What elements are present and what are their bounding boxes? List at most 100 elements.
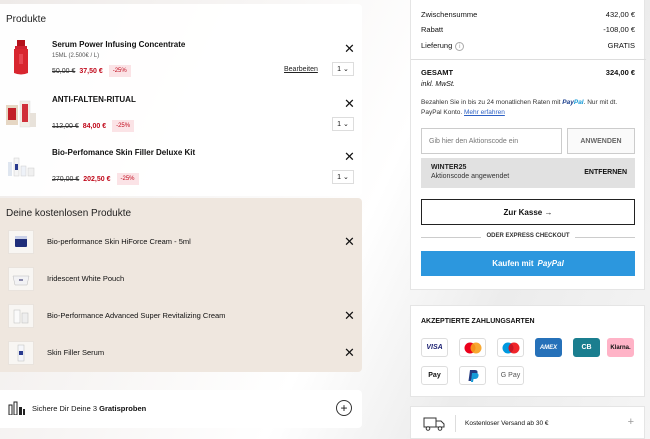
express-checkout-label: ODER EXPRESS CHECKOUT	[421, 233, 635, 239]
cart-item: Bio-Perfomance Skin Filler Deluxe Kit 27…	[0, 148, 362, 200]
free-product-item: Bio-performance Skin HiForce Cream - 5ml…	[0, 228, 362, 258]
cb-icon: CB	[573, 338, 600, 357]
apply-coupon-button[interactable]: ANWENDEN	[567, 128, 635, 154]
visa-icon: VISA	[421, 338, 448, 357]
discount-label: Rabatt	[421, 25, 444, 34]
discount-row: Rabatt -108,00 €	[421, 25, 635, 34]
free-product-name: Bio-performance Skin HiForce Cream - 5ml	[47, 237, 191, 246]
discount-value: -108,00 €	[603, 25, 635, 34]
maestro-icon	[497, 338, 524, 357]
paypal-button-label: Kaufen mit	[492, 259, 534, 268]
subtotal-row: Zwischensumme 432,00 €	[421, 10, 635, 19]
close-icon[interactable]: ✕	[344, 97, 355, 110]
applied-coupon: WINTER25 Aktionscode angewendet ENTFERNE…	[421, 158, 635, 188]
close-icon[interactable]: ✕	[344, 42, 355, 55]
delivery-label: Lieferung	[421, 41, 453, 50]
free-products-title: Deine kostenlosen Produkte	[6, 208, 132, 219]
google-pay-icon: G Pay	[497, 366, 524, 385]
delivery-row: Lieferung i GRATIS	[421, 41, 635, 51]
free-product-item: Bio-Performance Advanced Super Revitaliz…	[0, 302, 362, 332]
new-price: 84,00 €	[82, 122, 107, 130]
free-product-item: Iridescent White Pouch	[0, 265, 362, 295]
shipping-info-card[interactable]: Kostenloser Versand ab 30 € +	[410, 406, 645, 439]
klarna-icon: Klarna.	[607, 338, 634, 357]
product-size: 15ML (2.500€ / L)	[52, 53, 100, 59]
product-name[interactable]: Serum Power Infusing Concentrate	[52, 40, 185, 49]
free-samples-bold: Gratisproben	[99, 404, 147, 413]
free-product-name: Skin Filler Serum	[47, 348, 105, 357]
free-samples-row[interactable]: Sichere Dir Deine 3 Gratisproben +	[0, 390, 362, 428]
payment-methods-title: AKZEPTIERTE ZAHLUNGSARTEN	[421, 318, 535, 325]
paypal-icon	[459, 366, 486, 385]
quantity-value: 1	[337, 173, 342, 181]
apple-pay-icon: Pay	[421, 366, 448, 385]
edit-link[interactable]: Bearbeiten	[284, 66, 318, 73]
old-price: 112,00 €	[52, 122, 79, 130]
payment-methods-card: AKZEPTIERTE ZAHLUNGSARTEN VISA AMEX CB K…	[410, 305, 645, 397]
free-product-name: Bio-Performance Advanced Super Revitaliz…	[47, 311, 226, 320]
old-price: 270,00 €	[52, 175, 80, 183]
new-price: 202,50 €	[83, 175, 111, 183]
divider	[411, 59, 646, 60]
subtotal-value: 432,00 €	[605, 10, 635, 19]
chevron-down-icon: ⌄	[343, 66, 349, 73]
free-product-image	[8, 267, 34, 291]
paypal-installments-note: Bezahlen Sie in bis zu 24 monatlichen Ra…	[421, 98, 635, 118]
product-name[interactable]: ANTI-FALTEN-RITUAL	[52, 95, 136, 104]
discount-badge: -25%	[116, 173, 139, 185]
chevron-down-icon: ⌄	[343, 174, 349, 181]
paypal-logo-part: Pay	[562, 99, 574, 106]
product-image	[6, 95, 36, 129]
remove-coupon-button[interactable]: ENTFERNEN	[584, 169, 627, 176]
shipping-label: Kostenloser Versand ab 30 €	[465, 420, 549, 427]
close-icon[interactable]: ✕	[344, 346, 355, 359]
free-product-image	[8, 230, 34, 254]
old-price: 50,00 €	[52, 67, 76, 75]
free-samples-prefix: Sichere Dir Deine 3	[32, 404, 100, 413]
total-label: GESAMT	[421, 68, 454, 77]
checkout-button[interactable]: Zur Kasse →	[421, 199, 635, 225]
paypal-note-text: Bezahlen Sie in bis zu 24 monatlichen Ra…	[421, 99, 561, 106]
quantity-select[interactable]: 1 ⌄	[332, 62, 354, 76]
chevron-down-icon: ⌄	[343, 121, 349, 128]
free-product-item: Skin Filler Serum ✕	[0, 339, 362, 369]
coupon-code: WINTER25	[431, 164, 467, 171]
discount-badge: -25%	[108, 65, 131, 77]
vat-note: inkl. MwSt.	[421, 81, 455, 88]
plus-icon[interactable]: +	[628, 416, 634, 428]
total-row: GESAMT 324,00 €	[421, 68, 635, 77]
delivery-value: GRATIS	[607, 41, 635, 50]
discount-badge: -25%	[112, 120, 135, 132]
cart-products-card: Produkte Serum Power Infusing Concentrat…	[0, 4, 362, 196]
mastercard-icon	[459, 338, 486, 357]
paypal-logo: PayPal	[562, 99, 583, 106]
close-icon[interactable]: ✕	[344, 150, 355, 163]
paypal-more-link[interactable]: Mehr erfahren	[464, 109, 505, 116]
truck-icon	[423, 416, 445, 433]
total-value: 324,00 €	[605, 68, 635, 77]
free-product-name: Iridescent White Pouch	[47, 274, 125, 283]
paypal-checkout-button[interactable]: Kaufen mit PayPal	[421, 251, 635, 276]
close-icon[interactable]: ✕	[344, 309, 355, 322]
coupon-input[interactable]: Gib hier den Aktionscode ein	[421, 128, 562, 154]
subtotal-label: Zwischensumme	[421, 10, 478, 19]
close-icon[interactable]: ✕	[344, 235, 355, 248]
quantity-value: 1	[337, 120, 342, 128]
cart-title: Produkte	[6, 14, 47, 25]
info-icon[interactable]: i	[455, 41, 465, 51]
plus-circle-icon[interactable]: +	[336, 400, 352, 416]
quantity-value: 1	[337, 65, 342, 73]
divider	[455, 415, 456, 432]
free-products-card: Deine kostenlosen Produkte Bio-performan…	[0, 198, 362, 372]
product-name[interactable]: Bio-Perfomance Skin Filler Deluxe Kit	[52, 148, 195, 157]
order-summary: Zwischensumme 432,00 € Rabatt -108,00 € …	[410, 0, 646, 290]
quantity-select[interactable]: 1 ⌄	[332, 117, 354, 131]
free-product-image	[8, 304, 34, 328]
free-samples-text: Sichere Dir Deine 3 Gratisproben	[32, 404, 146, 413]
coupon-applied-msg: Aktionscode angewendet	[431, 173, 510, 180]
product-image	[6, 148, 36, 182]
product-image	[6, 40, 36, 75]
apple-pay-label: Pay	[428, 372, 441, 379]
cart-item: Serum Power Infusing Concentrate 15ML (2…	[0, 40, 362, 92]
quantity-select[interactable]: 1 ⌄	[332, 170, 354, 184]
